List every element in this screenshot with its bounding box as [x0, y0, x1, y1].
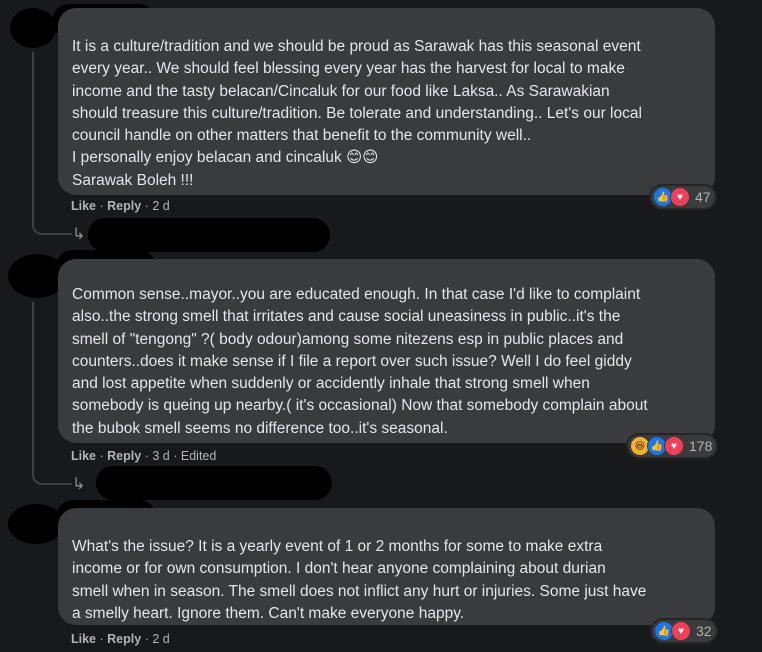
reaction-count: 32 — [696, 623, 712, 639]
like-button[interactable]: Like — [71, 199, 96, 213]
comment-actions: Like · Reply · 2 d — [71, 632, 170, 646]
comment-text: It is a culture/tradition and we should … — [72, 38, 642, 189]
reply-arrow-icon: ↳ — [72, 476, 86, 493]
comment-actions: Like · Reply · 2 d — [71, 199, 170, 213]
timestamp[interactable]: 3 d — [152, 449, 169, 463]
reply-button[interactable]: Reply — [107, 632, 141, 646]
timestamp[interactable]: 2 d — [152, 199, 169, 213]
separator: · — [99, 632, 104, 646]
love-icon: ♥ — [664, 436, 684, 456]
separator: · — [99, 199, 104, 213]
reply-connector — [32, 455, 72, 485]
comment-text: What's the issue? It is a yearly event o… — [72, 538, 647, 622]
comment-bubble: Common sense..mayor..you are educated en… — [58, 259, 715, 443]
redacted-reply-preview[interactable] — [96, 466, 332, 500]
reaction-count: 178 — [689, 438, 713, 454]
thread-line — [32, 302, 34, 468]
comment-bubble: It is a culture/tradition and we should … — [58, 8, 715, 195]
reaction-count: 47 — [695, 189, 711, 205]
reaction-summary[interactable]: 😆 👍 ♥ 178 — [628, 435, 717, 457]
separator: · — [99, 449, 104, 463]
edited-label[interactable]: Edited — [181, 449, 216, 463]
love-icon: ♥ — [671, 621, 691, 641]
comment-bubble: What's the issue? It is a yearly event o… — [58, 508, 715, 625]
like-button[interactable]: Like — [71, 632, 96, 646]
thread-line — [32, 52, 34, 220]
separator: · — [144, 449, 149, 463]
like-button[interactable]: Like — [71, 449, 96, 463]
avatar[interactable] — [10, 8, 56, 48]
reply-button[interactable]: Reply — [107, 449, 141, 463]
separator: · — [144, 199, 149, 213]
reply-button[interactable]: Reply — [107, 199, 141, 213]
avatar[interactable] — [8, 504, 64, 544]
reaction-summary[interactable]: 👍 ♥ 47 — [651, 186, 715, 208]
timestamp[interactable]: 2 d — [152, 632, 169, 646]
reply-arrow-icon: ↳ — [72, 226, 86, 243]
love-icon: ♥ — [670, 187, 690, 207]
separator: · — [173, 449, 178, 463]
reaction-summary[interactable]: 👍 ♥ 32 — [652, 620, 716, 642]
reply-connector — [32, 205, 72, 235]
separator: · — [144, 632, 149, 646]
redacted-reply-preview[interactable] — [88, 218, 330, 252]
comment-actions: Like · Reply · 3 d · Edited — [71, 449, 216, 463]
comment-text: Common sense..mayor..you are educated en… — [72, 286, 648, 437]
